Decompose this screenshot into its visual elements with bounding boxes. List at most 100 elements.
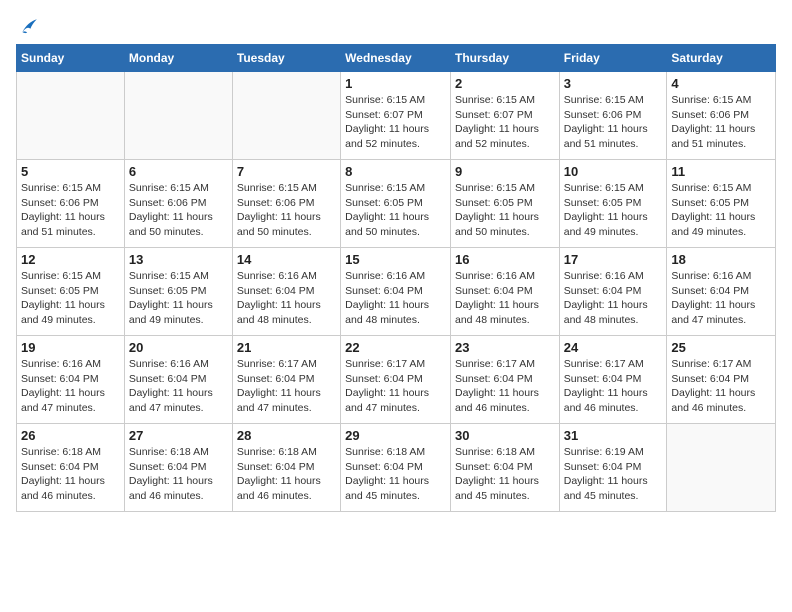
day-info: Sunrise: 6:15 AMSunset: 6:07 PMDaylight:… [345,93,446,152]
day-info: Sunrise: 6:16 AMSunset: 6:04 PMDaylight:… [21,357,120,416]
day-info: Sunrise: 6:15 AMSunset: 6:05 PMDaylight:… [671,181,771,240]
calendar-cell: 8 Sunrise: 6:15 AMSunset: 6:05 PMDaylight… [341,160,451,248]
day-number: 23 [455,340,555,355]
day-number: 21 [237,340,336,355]
day-number: 17 [564,252,663,267]
calendar-cell: 25 Sunrise: 6:17 AMSunset: 6:04 PMDayligh… [667,336,776,424]
day-info: Sunrise: 6:17 AMSunset: 6:04 PMDaylight:… [671,357,771,416]
calendar-cell: 12 Sunrise: 6:15 AMSunset: 6:05 PMDayligh… [17,248,125,336]
day-number: 8 [345,164,446,179]
day-info: Sunrise: 6:16 AMSunset: 6:04 PMDaylight:… [564,269,663,328]
day-info: Sunrise: 6:17 AMSunset: 6:04 PMDaylight:… [455,357,555,416]
calendar-cell: 9 Sunrise: 6:15 AMSunset: 6:05 PMDaylight… [450,160,559,248]
calendar-day-header: Wednesday [341,45,451,72]
calendar-cell: 14 Sunrise: 6:16 AMSunset: 6:04 PMDayligh… [232,248,340,336]
page-header [16,16,776,40]
day-number: 22 [345,340,446,355]
day-number: 14 [237,252,336,267]
calendar-week-row: 26 Sunrise: 6:18 AMSunset: 6:04 PMDayligh… [17,424,776,512]
day-number: 31 [564,428,663,443]
calendar-cell: 3Sunrise: 6:15 AMSunset: 6:06 PMDaylight… [559,72,667,160]
day-number: 27 [129,428,228,443]
day-info: Sunrise: 6:16 AMSunset: 6:04 PMDaylight:… [129,357,228,416]
calendar-cell: 23 Sunrise: 6:17 AMSunset: 6:04 PMDayligh… [450,336,559,424]
day-info: Sunrise: 6:19 AMSunset: 6:04 PMDaylight:… [564,445,663,504]
calendar-day-header: Saturday [667,45,776,72]
calendar-table: SundayMondayTuesdayWednesdayThursdayFrid… [16,44,776,512]
calendar-cell: 4 Sunrise: 6:15 AMSunset: 6:06 PMDaylight… [667,72,776,160]
calendar-cell: 21 Sunrise: 6:17 AMSunset: 6:04 PMDayligh… [232,336,340,424]
logo-bird-icon [16,16,40,40]
day-number: 20 [129,340,228,355]
day-info: Sunrise: 6:17 AMSunset: 6:04 PMDaylight:… [237,357,336,416]
day-number: 26 [21,428,120,443]
calendar-cell: 31 Sunrise: 6:19 AMSunset: 6:04 PMDayligh… [559,424,667,512]
day-info: Sunrise: 6:15 AMSunset: 6:06 PMDaylight:… [129,181,228,240]
day-number: 9 [455,164,555,179]
day-info: Sunrise: 6:18 AMSunset: 6:04 PMDaylight:… [345,445,446,504]
day-number: 13 [129,252,228,267]
calendar-cell: 17 Sunrise: 6:16 AMSunset: 6:04 PMDayligh… [559,248,667,336]
calendar-cell [232,72,340,160]
calendar-cell: 19 Sunrise: 6:16 AMSunset: 6:04 PMDayligh… [17,336,125,424]
calendar-week-row: 19 Sunrise: 6:16 AMSunset: 6:04 PMDayligh… [17,336,776,424]
calendar-week-row: 5 Sunrise: 6:15 AMSunset: 6:06 PMDaylight… [17,160,776,248]
calendar-cell: 10 Sunrise: 6:15 AMSunset: 6:05 PMDayligh… [559,160,667,248]
logo [16,16,44,40]
day-info: Sunrise: 6:15 AMSunset: 6:06 PMDaylight:… [237,181,336,240]
day-number: 2 [455,76,555,91]
calendar-day-header: Friday [559,45,667,72]
day-number: 11 [671,164,771,179]
day-info: Sunrise: 6:17 AMSunset: 6:04 PMDaylight:… [564,357,663,416]
day-number: 19 [21,340,120,355]
day-number: 24 [564,340,663,355]
day-info: Sunrise: 6:16 AMSunset: 6:04 PMDaylight:… [455,269,555,328]
day-number: 3 [564,76,663,91]
day-number: 5 [21,164,120,179]
day-info: Sunrise: 6:18 AMSunset: 6:04 PMDaylight:… [129,445,228,504]
day-info: Sunrise: 6:15 AMSunset: 6:05 PMDaylight:… [21,269,120,328]
day-info: Sunrise: 6:17 AMSunset: 6:04 PMDaylight:… [345,357,446,416]
day-info: Sunrise: 6:16 AMSunset: 6:04 PMDaylight:… [671,269,771,328]
calendar-cell: 30Sunrise: 6:18 AMSunset: 6:04 PMDayligh… [450,424,559,512]
calendar-day-header: Monday [124,45,232,72]
calendar-cell: 7Sunrise: 6:15 AMSunset: 6:06 PMDaylight… [232,160,340,248]
day-number: 25 [671,340,771,355]
day-number: 29 [345,428,446,443]
day-number: 6 [129,164,228,179]
calendar-cell: 27 Sunrise: 6:18 AMSunset: 6:04 PMDayligh… [124,424,232,512]
day-number: 4 [671,76,771,91]
day-info: Sunrise: 6:18 AMSunset: 6:04 PMDaylight:… [455,445,555,504]
calendar-header-row: SundayMondayTuesdayWednesdayThursdayFrid… [17,45,776,72]
day-info: Sunrise: 6:15 AMSunset: 6:06 PMDaylight:… [21,181,120,240]
day-number: 16 [455,252,555,267]
calendar-cell: 11 Sunrise: 6:15 AMSunset: 6:05 PMDayligh… [667,160,776,248]
day-number: 1 [345,76,446,91]
calendar-week-row: 1 Sunrise: 6:15 AMSunset: 6:07 PMDaylight… [17,72,776,160]
calendar-cell: 26 Sunrise: 6:18 AMSunset: 6:04 PMDayligh… [17,424,125,512]
day-info: Sunrise: 6:15 AMSunset: 6:05 PMDaylight:… [455,181,555,240]
calendar-cell: 16 Sunrise: 6:16 AMSunset: 6:04 PMDayligh… [450,248,559,336]
day-info: Sunrise: 6:15 AMSunset: 6:07 PMDaylight:… [455,93,555,152]
day-number: 12 [21,252,120,267]
calendar-week-row: 12 Sunrise: 6:15 AMSunset: 6:05 PMDayligh… [17,248,776,336]
day-number: 18 [671,252,771,267]
calendar-cell: 18 Sunrise: 6:16 AMSunset: 6:04 PMDayligh… [667,248,776,336]
day-info: Sunrise: 6:15 AMSunset: 6:05 PMDaylight:… [345,181,446,240]
calendar-cell [667,424,776,512]
calendar-cell: 22 Sunrise: 6:17 AMSunset: 6:04 PMDayligh… [341,336,451,424]
day-info: Sunrise: 6:16 AMSunset: 6:04 PMDaylight:… [345,269,446,328]
calendar-cell: 2 Sunrise: 6:15 AMSunset: 6:07 PMDaylight… [450,72,559,160]
calendar-cell: 1 Sunrise: 6:15 AMSunset: 6:07 PMDaylight… [341,72,451,160]
calendar-day-header: Thursday [450,45,559,72]
day-info: Sunrise: 6:15 AMSunset: 6:05 PMDaylight:… [564,181,663,240]
calendar-cell: 5 Sunrise: 6:15 AMSunset: 6:06 PMDaylight… [17,160,125,248]
calendar-day-header: Sunday [17,45,125,72]
day-info: Sunrise: 6:18 AMSunset: 6:04 PMDaylight:… [21,445,120,504]
calendar-cell: 28Sunrise: 6:18 AMSunset: 6:04 PMDayligh… [232,424,340,512]
day-info: Sunrise: 6:16 AMSunset: 6:04 PMDaylight:… [237,269,336,328]
calendar-cell: 24 Sunrise: 6:17 AMSunset: 6:04 PMDayligh… [559,336,667,424]
day-info: Sunrise: 6:15 AMSunset: 6:06 PMDaylight:… [671,93,771,152]
day-number: 10 [564,164,663,179]
day-number: 28 [237,428,336,443]
